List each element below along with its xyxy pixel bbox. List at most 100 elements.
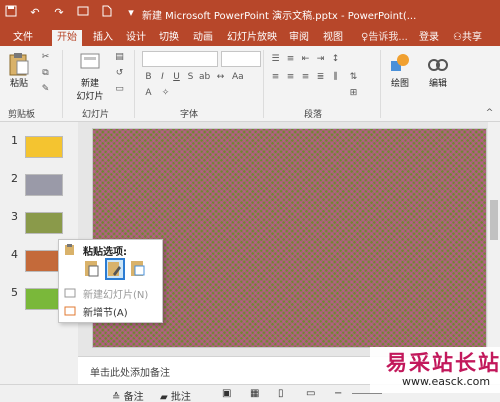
start-from-beginning-icon[interactable] [76, 5, 90, 21]
align-center-icon[interactable]: ≡ [285, 72, 296, 83]
smartart-icon[interactable]: ⊞ [348, 88, 359, 99]
bullets-icon[interactable]: ☰ [270, 54, 281, 65]
drawing-label: 绘图 [390, 79, 409, 89]
redo-icon[interactable]: ↷ [52, 5, 66, 21]
underline-icon[interactable]: U [171, 72, 182, 83]
reset-icon[interactable]: ↺ [114, 68, 125, 79]
align-right-icon[interactable]: ≡ [300, 72, 311, 83]
paste-button[interactable]: 粘贴 [6, 52, 32, 89]
comments-toggle-button[interactable]: ▰ 批注 [160, 388, 191, 402]
paste-use-destination-icon[interactable] [83, 258, 103, 280]
new-slide-icon [64, 288, 76, 301]
undo-icon[interactable]: ↶ [28, 5, 42, 21]
tab-review[interactable]: 审阅 [284, 30, 314, 46]
group-label-slides: 幻灯片 [82, 110, 110, 120]
increase-indent-icon[interactable]: ⇥ [315, 54, 326, 65]
slide-thumbnail[interactable] [25, 212, 63, 234]
title-bar: ↶ ↷ ▾ 新建 Microsoft PowerPoint 演示文稿.pptx … [0, 0, 500, 28]
clear-format-icon[interactable]: ✧ [160, 88, 171, 99]
slide-thumbnail[interactable] [25, 136, 63, 158]
clipboard-icon [8, 52, 30, 76]
editing-button[interactable]: 编辑 [424, 52, 452, 89]
menu-item-new-slide[interactable]: 新建幻灯片(N) [83, 286, 148, 301]
paste-keep-source-icon[interactable] [105, 258, 125, 280]
text-direction-icon[interactable]: ⇅ [348, 72, 359, 83]
slide-number: 2 [11, 172, 18, 185]
vertical-scrollbar[interactable] [488, 122, 500, 354]
ribbon-tabs: 文件 开始 插入 设计 切换 动画 幻灯片放映 审阅 视图 ♀告诉我... 登录… [0, 28, 500, 46]
slide-thumbnail[interactable] [25, 174, 63, 196]
group-divider [263, 50, 264, 118]
group-label-font: 字体 [180, 110, 199, 120]
line-spacing-icon[interactable]: ↕ [330, 54, 341, 65]
copy-icon[interactable]: ⧉ [40, 68, 51, 79]
font-name-combo[interactable] [142, 51, 218, 67]
italic-icon[interactable]: I [157, 72, 168, 83]
scrollbar-thumb[interactable] [490, 200, 498, 240]
zoom-slider[interactable] [352, 393, 382, 394]
drawing-button[interactable]: 绘图 [386, 52, 414, 89]
notes-icon: ≙ [112, 392, 121, 402]
shadow-icon[interactable]: S [185, 72, 196, 83]
notes-toggle-button[interactable]: ≙ 备注 [112, 388, 144, 402]
slide-number: 1 [11, 134, 18, 147]
layout-icon[interactable]: ▤ [114, 52, 125, 63]
columns-icon[interactable]: ⫼ [330, 72, 341, 83]
new-slide-label-1: 新建 [80, 79, 99, 89]
tab-view[interactable]: 视图 [318, 30, 348, 46]
tab-transitions[interactable]: 切换 [154, 30, 184, 46]
slide-sorter-icon[interactable]: ▦ [250, 388, 259, 399]
cut-icon[interactable]: ✂ [40, 52, 51, 63]
new-icon[interactable] [100, 5, 114, 21]
new-slide-label-2: 幻灯片 [76, 92, 104, 102]
share-button[interactable]: ⚇共享 [448, 30, 487, 46]
strikethrough-icon[interactable]: ab [199, 72, 210, 83]
context-menu: 粘贴选项: 新建幻灯片(N) 新增节(A) [58, 239, 163, 323]
slide-number: 3 [11, 210, 18, 223]
group-divider [380, 50, 381, 118]
section-icon[interactable]: ▭ [114, 84, 125, 95]
normal-view-icon[interactable]: ▣ [222, 388, 231, 399]
bold-icon[interactable]: B [143, 72, 154, 83]
font-color-icon[interactable]: A [143, 88, 154, 99]
signin-link[interactable]: 登录 [414, 30, 444, 46]
clipboard-icon [64, 243, 76, 259]
tab-insert[interactable]: 插入 [88, 30, 118, 46]
group-label-clipboard: 剪贴板 [8, 110, 36, 120]
shapes-icon [389, 52, 411, 76]
reading-view-icon[interactable]: ▯ [278, 388, 284, 399]
menu-item-add-section[interactable]: 新增节(A) [83, 304, 128, 319]
watermark: 易采站长站 www.easck.com [370, 347, 500, 393]
editing-label: 编辑 [428, 79, 447, 89]
save-icon[interactable] [4, 5, 18, 21]
font-size-combo[interactable] [221, 51, 261, 67]
paste-picture-icon[interactable] [129, 258, 149, 280]
tab-animations[interactable]: 动画 [188, 30, 218, 46]
group-label-paragraph: 段落 [304, 110, 323, 120]
collapse-ribbon-icon[interactable]: ^ [484, 108, 495, 119]
tab-slideshow[interactable]: 幻灯片放映 [222, 30, 282, 46]
slideshow-icon[interactable]: ▭ [306, 388, 315, 399]
new-slide-icon [79, 52, 101, 76]
tab-file[interactable]: 文件 [8, 30, 38, 46]
justify-icon[interactable]: ≣ [315, 72, 326, 83]
group-divider [62, 50, 63, 118]
tab-design[interactable]: 设计 [121, 30, 151, 46]
notes-label: 备注 [123, 392, 144, 402]
numbering-icon[interactable]: ≡ [285, 54, 296, 65]
char-spacing-icon[interactable]: ↔ [215, 72, 226, 83]
change-case-icon[interactable]: Aa [232, 72, 244, 83]
new-slide-button[interactable]: 新建 幻灯片 [70, 52, 110, 102]
tell-me-box[interactable]: ♀告诉我... [356, 30, 413, 46]
group-divider [134, 50, 135, 118]
tab-home[interactable]: 开始 [52, 30, 82, 46]
decrease-indent-icon[interactable]: ⇤ [300, 54, 311, 65]
align-left-icon[interactable]: ≡ [270, 72, 281, 83]
zoom-out-button[interactable]: − [334, 388, 342, 399]
ribbon: 粘贴 ✂ ⧉ ✎ 剪贴板 新建 幻灯片 ▤ ↺ ▭ 幻灯片 B I U S ab… [0, 46, 500, 122]
paste-label: 粘贴 [9, 79, 28, 89]
comments-label: 批注 [170, 392, 191, 402]
more-icon[interactable]: ▾ [124, 5, 138, 21]
format-painter-icon[interactable]: ✎ [40, 84, 51, 95]
paste-options-header: 粘贴选项: [83, 247, 127, 258]
